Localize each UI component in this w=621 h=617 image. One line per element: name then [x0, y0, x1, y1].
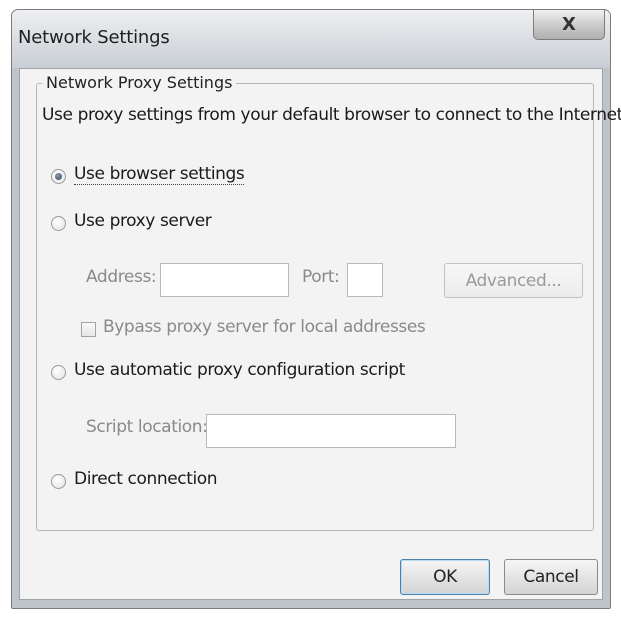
ok-button[interactable]: OK	[400, 559, 490, 595]
radio-use-proxy-server[interactable]	[51, 216, 66, 231]
group-legend: Network Proxy Settings	[42, 73, 237, 92]
title-bar[interactable]: Network Settings X	[12, 10, 610, 68]
proxy-description: Use proxy settings from your default bro…	[42, 105, 621, 125]
checkbox-bypass-local[interactable]	[81, 322, 96, 337]
label-bypass-local[interactable]: Bypass proxy server for local addresses	[103, 317, 426, 337]
port-label: Port:	[302, 267, 340, 287]
radio-use-auto-config[interactable]	[51, 365, 66, 380]
dialog-title: Network Settings	[18, 27, 170, 48]
advanced-button[interactable]: Advanced...	[444, 263, 583, 298]
radio-direct-connection[interactable]	[51, 474, 66, 489]
script-location-label: Script location:	[86, 417, 208, 437]
label-use-browser-settings[interactable]: Use browser settings	[74, 164, 245, 185]
address-input[interactable]	[160, 263, 289, 297]
close-icon: X	[562, 14, 576, 35]
dialog-body: Network Proxy Settings Use proxy setting…	[19, 68, 621, 600]
network-proxy-group: Network Proxy Settings Use proxy setting…	[36, 73, 621, 531]
network-settings-dialog: Network Settings X Network Proxy Setting…	[11, 9, 621, 609]
script-location-input[interactable]	[206, 414, 456, 448]
label-use-browser-settings-text: Use browser settings	[74, 164, 245, 185]
address-label: Address:	[86, 267, 157, 287]
cancel-button[interactable]: Cancel	[504, 559, 598, 595]
close-button[interactable]: X	[533, 10, 605, 40]
label-use-proxy-server[interactable]: Use proxy server	[74, 211, 212, 231]
port-input[interactable]	[347, 263, 383, 297]
label-direct-connection[interactable]: Direct connection	[74, 469, 218, 489]
radio-use-browser-settings[interactable]	[51, 169, 66, 184]
label-use-auto-config[interactable]: Use automatic proxy configuration script	[74, 360, 405, 380]
